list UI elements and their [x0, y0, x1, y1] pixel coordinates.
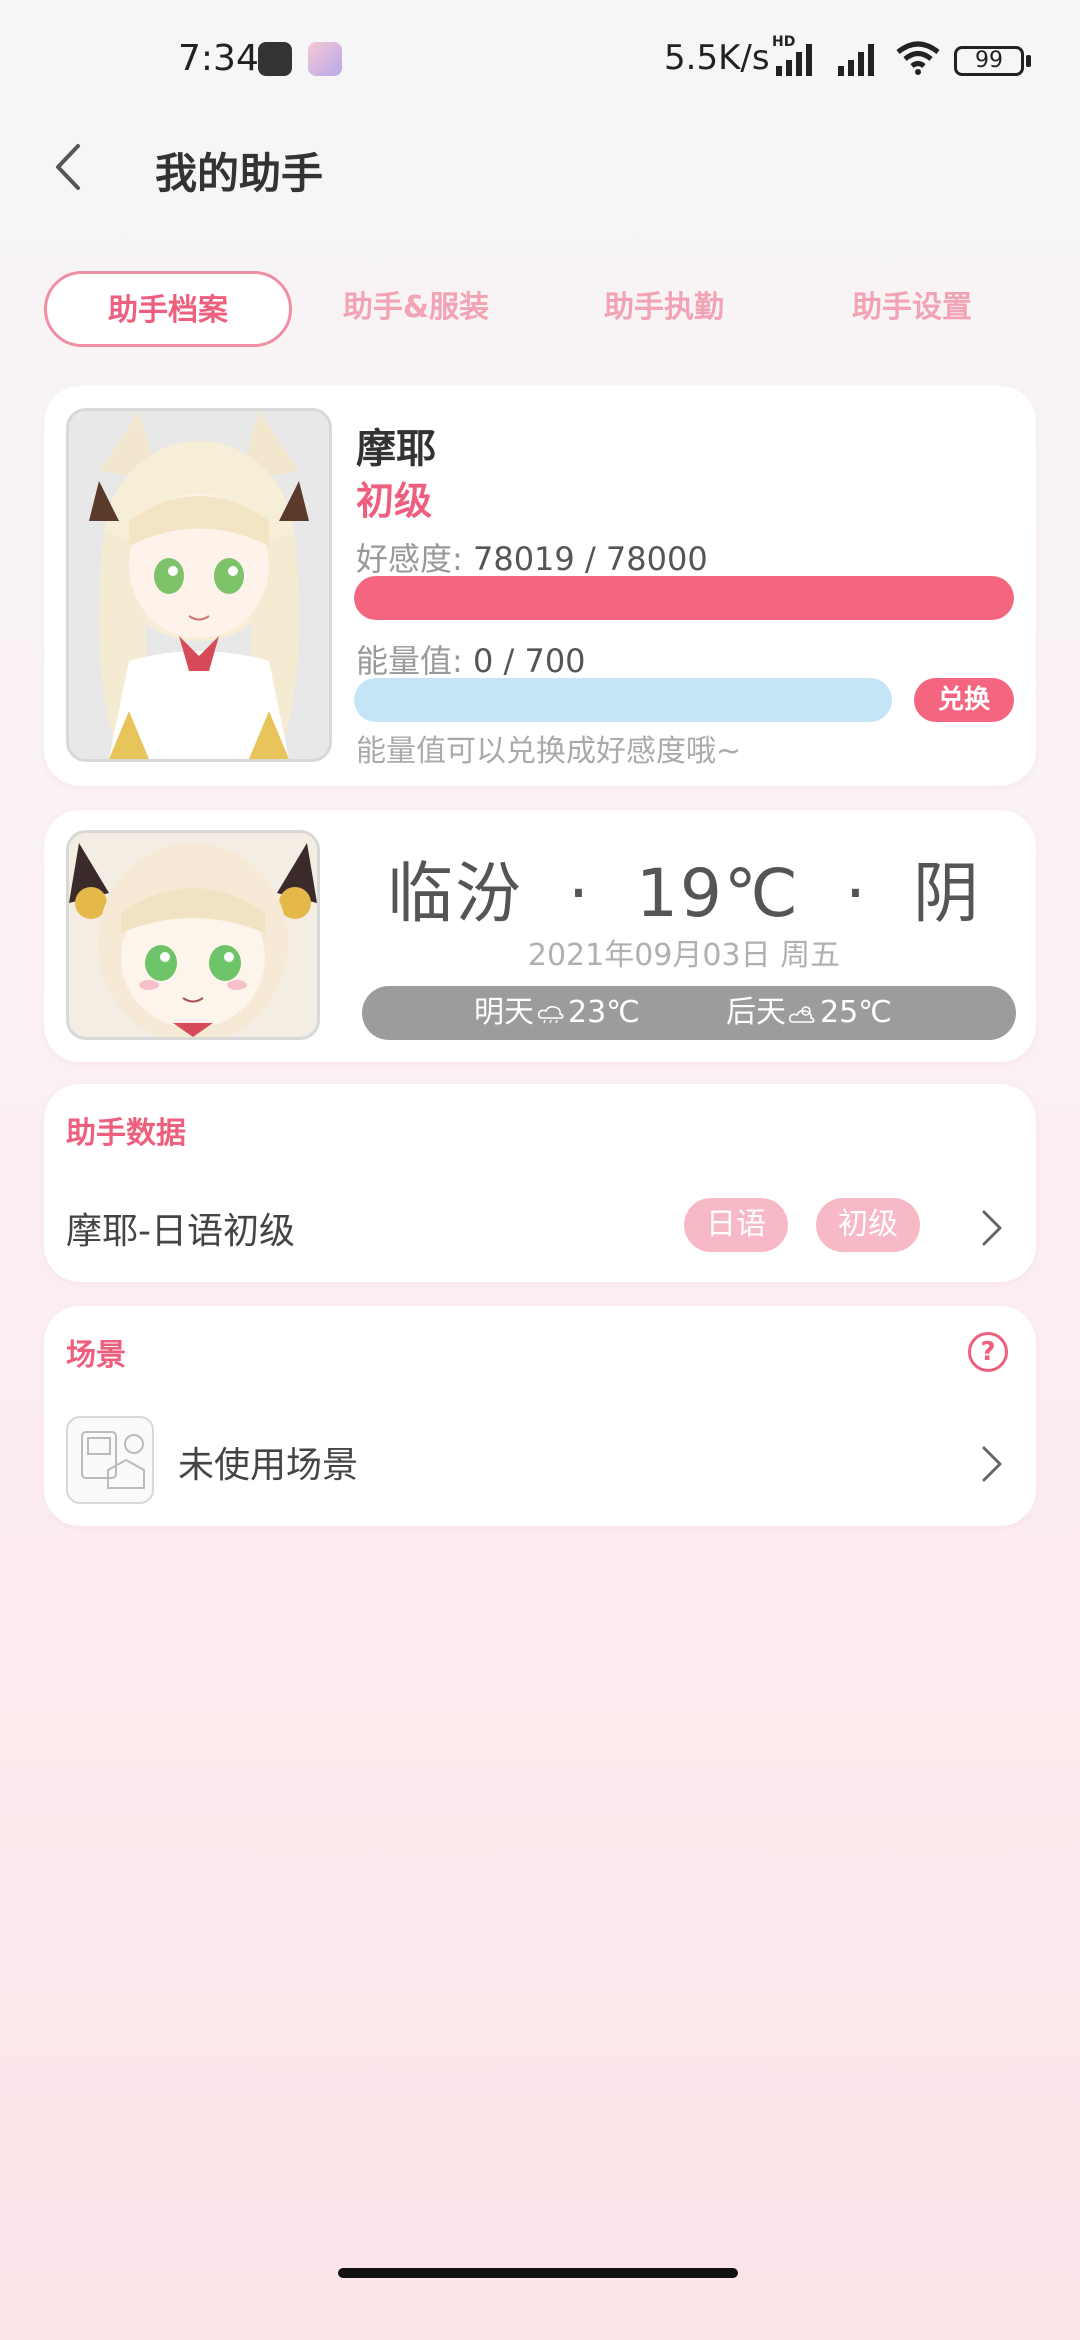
assistant-chibi-avatar [66, 830, 320, 1040]
affinity-label: 好感度: 78019 / 78000 [356, 534, 708, 580]
forecast-day-after-label: 后天 [726, 995, 786, 1030]
weather-summary: 临汾 · 19℃ · 阴 [364, 840, 1004, 936]
energy-progress-bar [354, 678, 892, 722]
anime-app-icon [308, 42, 342, 76]
weather-separator: · [845, 855, 869, 932]
energy-label: 能量值: 0 / 700 [356, 636, 586, 682]
forecast-tomorrow-temp: 23℃ [568, 995, 640, 1030]
battery-icon: 99 [954, 46, 1031, 76]
weather-condition: 阴 [913, 855, 981, 932]
status-bar: 7:34 5.5K/s HD 99 [0, 0, 1080, 125]
assistant-course-name: 摩耶-日语初级 [66, 1211, 295, 1252]
forecast-day-after: 后天 25℃ [726, 986, 892, 1040]
energy-label-text: 能量值: [356, 642, 473, 680]
affinity-label-text: 好感度: [356, 540, 473, 578]
tab-assistant-profile[interactable]: 助手档案 [44, 271, 292, 347]
weather-date: 2021年09月03日 周五 [527, 938, 841, 973]
tab-assistant-outfit[interactable]: 助手&服装 [292, 271, 540, 347]
status-time: 7:34 [178, 38, 259, 79]
rain-cloud-icon [538, 1005, 564, 1023]
tag-level: 初级 [816, 1198, 920, 1252]
forecast-tomorrow: 明天 23℃ [474, 986, 640, 1040]
profile-card: 摩耶 初级 好感度: 78019 / 78000 能量值: 0 / 700 兑换… [44, 386, 1036, 786]
assistant-level: 初级 [356, 479, 433, 523]
section-title-assistant-data: 助手数据 [66, 1116, 186, 1151]
energy-hint: 能量值可以兑换成好感度哦~ [356, 734, 742, 769]
signal-icon [838, 44, 874, 76]
page-title: 我的助手 [155, 149, 324, 198]
weather-separator: · [567, 855, 591, 932]
shield-app-icon [258, 42, 292, 76]
partly-cloudy-icon [789, 1005, 815, 1023]
weather-temperature: 19℃ [635, 855, 801, 932]
signal-icon [776, 44, 812, 76]
exchange-button[interactable]: 兑换 [914, 678, 1014, 722]
scene-card[interactable]: 场景 ? 未使用场景 [44, 1306, 1036, 1526]
chevron-right-icon[interactable] [980, 1444, 1004, 1484]
tab-bar: 助手档案 助手&服装 助手执勤 助手设置 [44, 271, 1036, 347]
forecast-bar: 明天 23℃ 后天 25℃ [362, 986, 1016, 1040]
scene-placeholder-icon [66, 1416, 154, 1504]
forecast-tomorrow-label: 明天 [474, 995, 534, 1030]
weather-card[interactable]: 临汾 · 19℃ · 阴 2021年09月03日 周五 明天 23℃ 后天 25℃ [44, 810, 1036, 1062]
tag-language: 日语 [684, 1198, 788, 1252]
tab-assistant-duty[interactable]: 助手执勤 [540, 271, 788, 347]
forecast-day-after-temp: 25℃ [820, 995, 892, 1030]
scene-label: 未使用场景 [178, 1445, 359, 1486]
network-speed: 5.5K/s [664, 38, 770, 78]
section-title-scene: 场景 [66, 1338, 126, 1373]
wifi-icon [896, 41, 940, 75]
help-icon[interactable]: ? [968, 1332, 1008, 1372]
assistant-name: 摩耶 [356, 426, 436, 472]
weather-city: 临汾 [386, 855, 523, 932]
assistant-data-card[interactable]: 助手数据 摩耶-日语初级 日语 初级 [44, 1084, 1036, 1282]
assistant-avatar [66, 408, 332, 762]
energy-value: 0 / 700 [472, 642, 586, 680]
chevron-right-icon[interactable] [980, 1208, 1004, 1248]
home-indicator[interactable] [338, 2268, 738, 2278]
tab-assistant-settings[interactable]: 助手设置 [788, 271, 1036, 347]
affinity-value: 78019 / 78000 [472, 540, 708, 578]
affinity-progress-bar [354, 576, 1014, 620]
back-arrow-icon[interactable] [48, 140, 88, 194]
affinity-progress-fill [354, 576, 1014, 620]
